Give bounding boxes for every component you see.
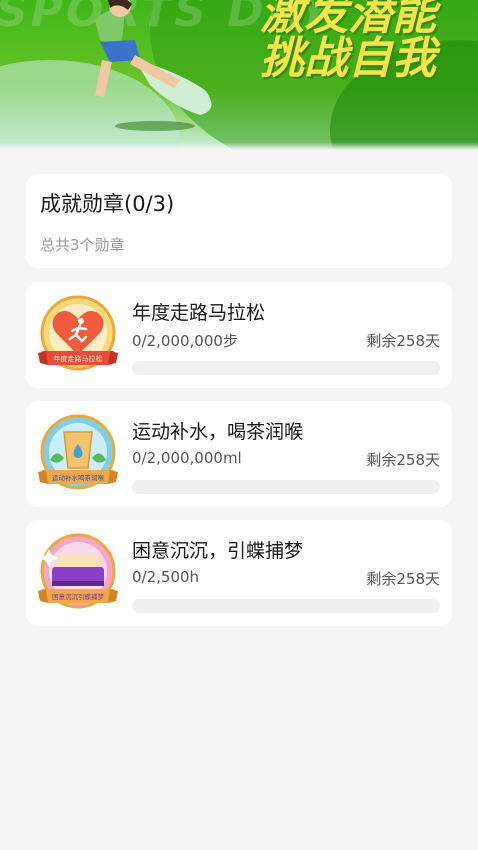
summary-title: 成就勋章(0/3) — [40, 192, 175, 216]
achievement-progress-bar — [132, 599, 440, 613]
header-banner: SPORTS DAY 激发潜能 挑战自我 — [0, 0, 478, 150]
hydration-badge-icon: 运动补水喝茶润喉 — [38, 414, 118, 490]
achievement-name: 年度走路马拉松 — [132, 302, 266, 324]
bed-icon — [56, 555, 100, 569]
badge-ribbon-text: 运动补水喝茶润喉 — [52, 473, 105, 482]
walking-marathon-badge-icon: 年度走路马拉松 — [38, 295, 118, 371]
achievements-page: SPORTS DAY 激发潜能 挑战自我 成就勋章(0/3) 总共3个勋章 年度… — [0, 0, 478, 850]
achievement-card-walking-marathon[interactable]: 年度走路马拉松 年度走路马拉松 0/2,000,000步 剩余258天 — [26, 282, 452, 388]
achievement-summary-card: 成就勋章(0/3) 总共3个勋章 — [26, 174, 452, 268]
achievement-name: 困意沉沉，引蝶捕梦 — [132, 540, 304, 562]
summary-subtitle: 总共3个勋章 — [40, 236, 125, 254]
achievement-card-hydration[interactable]: 运动补水喝茶润喉 运动补水，喝茶润喉 0/2,000,000ml 剩余258天 — [26, 401, 452, 507]
achievement-remaining-days: 剩余258天 — [366, 332, 440, 350]
achievement-remaining-days: 剩余258天 — [366, 570, 440, 588]
achievement-progress-bar — [132, 361, 440, 375]
achievement-remaining-days: 剩余258天 — [366, 451, 440, 469]
achievement-card-sleep[interactable]: 困意沉沉引蝶捕梦 困意沉沉，引蝶捕梦 0/2,500h 剩余258天 — [26, 520, 452, 626]
sleep-badge-icon: 困意沉沉引蝶捕梦 — [38, 533, 118, 609]
achievement-progress-bar — [132, 480, 440, 494]
banner-title-line2: 挑战自我 — [260, 33, 436, 84]
achievement-progress-text: 0/2,500h — [132, 568, 200, 586]
running-person-icon — [78, 318, 84, 324]
achievement-progress-text: 0/2,000,000步 — [132, 332, 238, 350]
badge-ribbon-text: 困意沉沉引蝶捕梦 — [52, 592, 105, 601]
runner-illustration — [95, 0, 212, 131]
achievement-name: 运动补水，喝茶润喉 — [132, 421, 304, 443]
badge-ribbon-text: 年度走路马拉松 — [54, 354, 103, 363]
banner-fade — [0, 142, 478, 150]
achievement-progress-text: 0/2,000,000ml — [132, 449, 242, 467]
